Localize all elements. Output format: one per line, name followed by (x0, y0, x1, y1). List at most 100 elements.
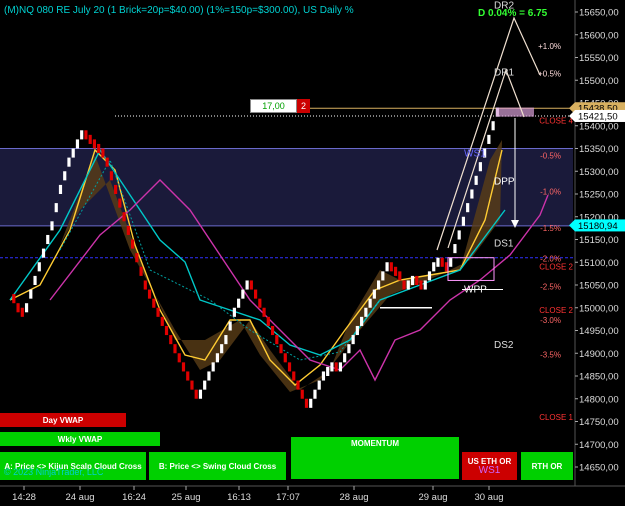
renko-brick (152, 298, 156, 308)
renko-brick (80, 130, 84, 140)
day-vwap-legend[interactable]: Day VWAP (0, 413, 126, 427)
pivot-label-ws1: WS1 (464, 149, 486, 160)
renko-brick (254, 289, 258, 299)
renko-brick (97, 143, 101, 154)
renko-brick (313, 389, 317, 399)
renko-brick (186, 371, 190, 381)
renko-brick (355, 325, 359, 336)
renko-brick (334, 362, 338, 372)
renko-brick (50, 221, 54, 231)
renko-brick (393, 266, 398, 276)
y-tick-label: 15250,00 (579, 190, 619, 201)
renko-brick (330, 362, 334, 372)
y-tick-label: 15150,00 (579, 235, 619, 246)
wkly-vwap-legend[interactable]: Wkly VWAP (0, 432, 160, 446)
renko-brick (169, 335, 173, 345)
renko-brick (122, 212, 126, 222)
pivot-label-wpp: WPP (464, 285, 487, 296)
renko-brick (118, 198, 122, 208)
renko-brick (491, 121, 495, 131)
renko-brick (360, 316, 364, 326)
renko-brick (300, 389, 304, 399)
x-tick-label: 25 aug (171, 492, 200, 503)
close-level-label: CLOSE 4 (539, 116, 573, 125)
renko-brick (164, 325, 169, 336)
renko-brick (436, 257, 440, 267)
renko-brick (351, 335, 355, 345)
renko-brick (258, 298, 262, 308)
renko-brick (232, 307, 236, 317)
renko-brick (67, 157, 71, 167)
renko-brick (101, 148, 105, 158)
renko-brick (270, 325, 275, 336)
y-tick-label: 15500,00 (579, 76, 619, 87)
renko-brick (139, 266, 143, 276)
y-tick-label: 15650,00 (579, 8, 619, 19)
renko-brick (457, 230, 461, 240)
order-quantity: 17,00 (262, 101, 285, 111)
renko-brick (105, 157, 109, 167)
renko-brick (317, 380, 321, 390)
swing-cloud-cross-button[interactable]: B: Price <> Swing Cloud Cross (149, 452, 286, 480)
y-tick-label: 15400,00 (579, 121, 619, 132)
renko-brick (283, 353, 287, 363)
renko-brick (109, 171, 113, 181)
renko-brick (241, 289, 245, 299)
us-eth-or-button[interactable]: US ETH OR WS1 (462, 452, 517, 480)
momentum-button[interactable]: MOMENTUM (291, 437, 459, 479)
pivot-label-ds1: DS1 (494, 239, 514, 250)
renko-brick (156, 307, 160, 317)
x-tick-label: 17:07 (276, 492, 300, 503)
renko-brick (461, 216, 466, 226)
renko-brick (474, 175, 478, 185)
daily-change-label: D 0.04% = 6.75 (478, 8, 548, 19)
percent-level-label: +1.0% (538, 42, 561, 51)
order-quantity-box[interactable]: 17,00 (250, 99, 297, 113)
renko-brick (228, 321, 232, 331)
x-tick-label: 16:13 (227, 492, 251, 503)
renko-brick (54, 203, 58, 213)
renko-brick (449, 257, 453, 267)
renko-brick (487, 134, 491, 144)
rth-or-button[interactable]: RTH OR (521, 452, 573, 480)
renko-brick (46, 234, 50, 245)
renko-brick (419, 280, 423, 290)
renko-brick (181, 362, 186, 372)
renko-brick (377, 280, 381, 290)
percent-level-label: -3.5% (540, 351, 561, 360)
x-tick-label: 28 aug (339, 492, 368, 503)
renko-chart[interactable]: DR2DR1DPPDS1DS2WPPWS1+1.0%+0.5%-0.5%-1.0… (0, 0, 625, 506)
renko-brick (338, 362, 343, 372)
renko-brick (215, 353, 220, 363)
renko-brick (321, 371, 326, 381)
y-tick-label: 14750,00 (579, 417, 619, 428)
renko-brick (326, 366, 330, 376)
renko-brick (309, 398, 313, 408)
renko-brick (249, 280, 253, 290)
y-tick-label: 15300,00 (579, 167, 619, 178)
y-tick-label: 14950,00 (579, 326, 619, 337)
renko-brick (245, 280, 249, 290)
renko-brick (224, 335, 228, 345)
renko-brick (296, 380, 300, 390)
x-tick-label: 29 aug (418, 492, 447, 503)
renko-brick (220, 344, 224, 354)
renko-brick (37, 262, 41, 272)
renko-brick (88, 134, 92, 144)
renko-brick (415, 275, 419, 285)
pivot-label-dpp: DPP (494, 176, 515, 187)
y-tick-label: 15000,00 (579, 303, 619, 314)
renko-brick (406, 280, 410, 290)
renko-brick (71, 148, 75, 158)
renko-brick (423, 280, 427, 290)
percent-level-label: -1.0% (540, 188, 561, 197)
renko-brick (432, 262, 436, 272)
pivot-label-dr1: DR1 (494, 68, 514, 79)
y-tick-label: 14900,00 (579, 349, 619, 360)
renko-brick (84, 130, 88, 140)
renko-brick (198, 389, 203, 399)
renko-brick (190, 380, 194, 390)
renko-brick (135, 253, 139, 263)
order-count-badge[interactable]: 2 (297, 99, 310, 113)
x-tick-label: 30 aug (474, 492, 503, 503)
